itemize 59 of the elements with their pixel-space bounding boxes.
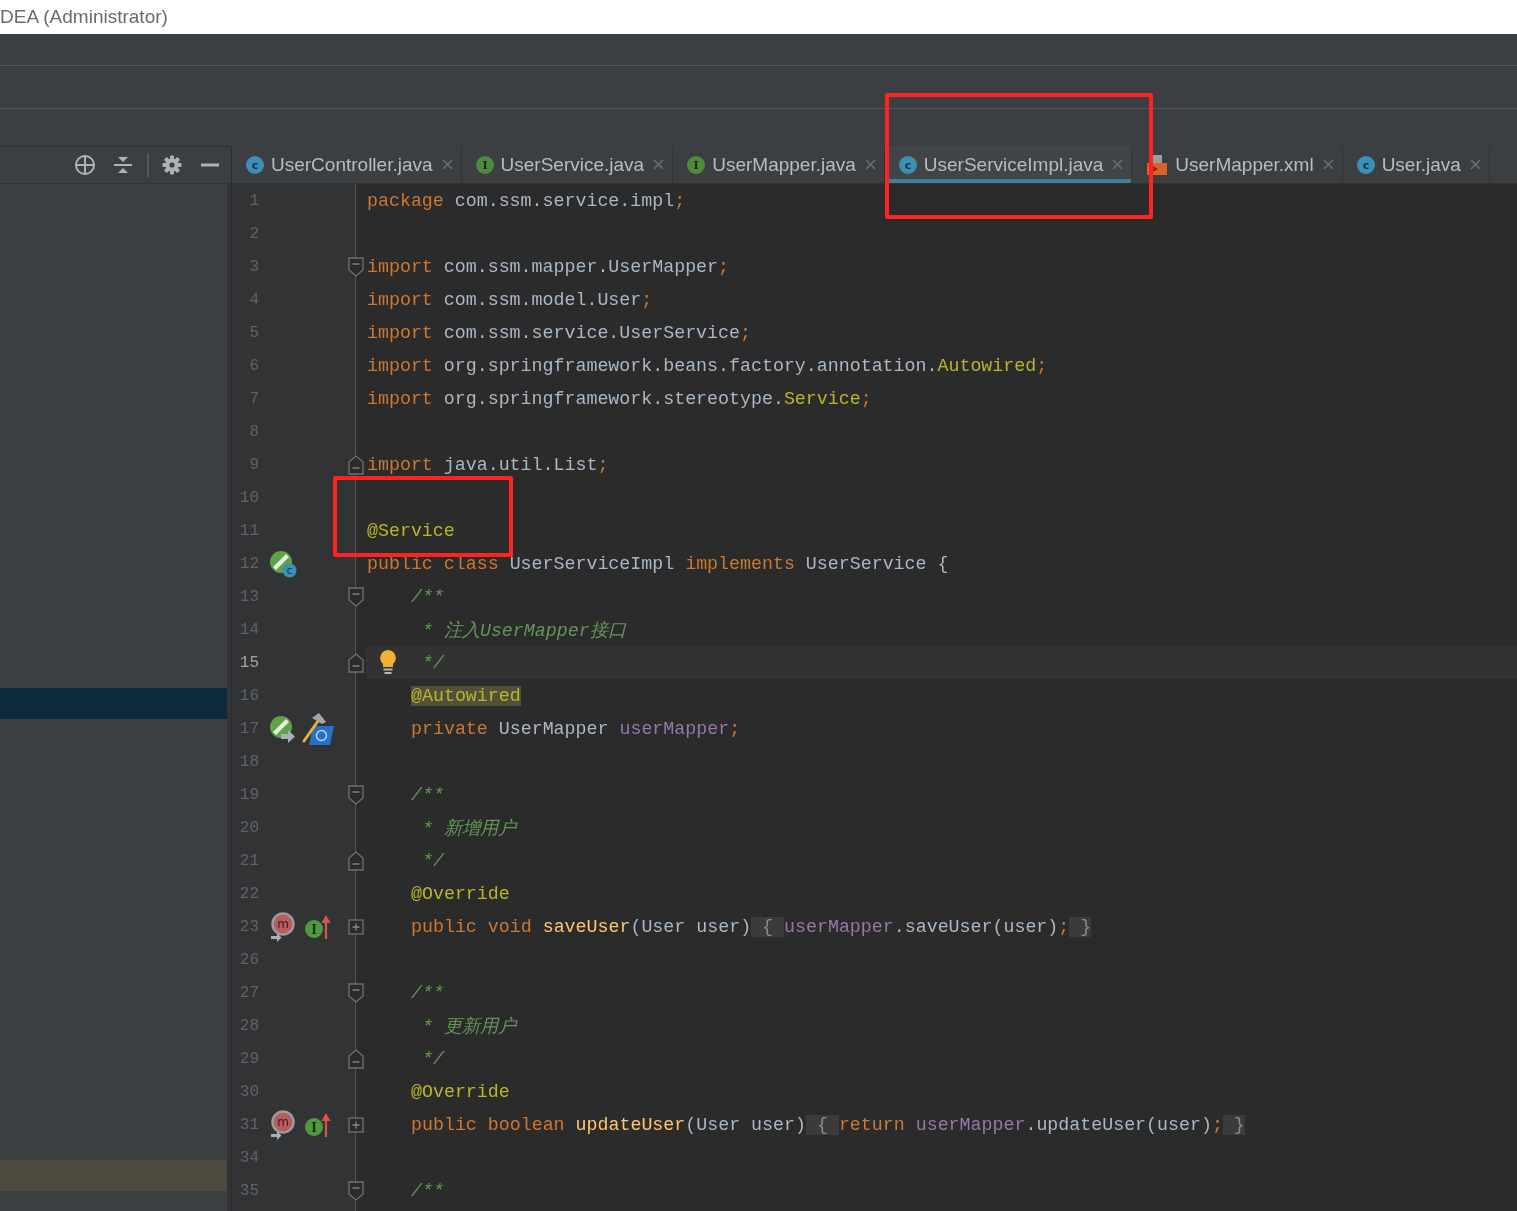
code-line: import com.ssm.service.UserService; (367, 322, 751, 343)
code-line: /** (411, 1180, 444, 1201)
close-icon[interactable] (1322, 159, 1334, 170)
settings-icon[interactable] (162, 155, 182, 175)
code-line: * 注入UserMapper接口 (420, 619, 626, 642)
fold-end-icon[interactable] (346, 1047, 366, 1070)
editor-tab[interactable]: I UserService.java (461, 146, 674, 183)
interface-file-icon: I (687, 155, 706, 174)
code-line: @Override (411, 1081, 510, 1102)
code-line: @Service (367, 520, 455, 541)
code-line: public void saveUser(User user) { userMapper.saveUser(user); } (411, 916, 1092, 937)
code-line: /** (411, 586, 444, 607)
leaf-arrow-icon[interactable] (269, 714, 297, 743)
class-file-icon: c (246, 155, 264, 174)
code-line: import java.util.List; (367, 454, 609, 475)
class-file-icon: c (898, 155, 917, 174)
lightbulb-icon[interactable] (378, 649, 398, 675)
close-icon[interactable] (1112, 159, 1124, 170)
code-line: package com.ssm.service.impl; (367, 190, 686, 211)
fold-start-icon[interactable] (346, 783, 366, 806)
window-title: DEA (Administrator) (0, 6, 168, 28)
fold-start-icon[interactable] (346, 981, 366, 1004)
code-line: * 更新用户 (420, 1015, 516, 1038)
fold-end-icon[interactable] (346, 453, 366, 476)
code-line: import com.ssm.model.User; (367, 289, 653, 310)
code-line: /** (411, 982, 444, 1003)
code-line: */ (420, 652, 444, 673)
fold-end-icon[interactable] (346, 849, 366, 872)
hammer-icon[interactable] (301, 711, 335, 746)
close-icon[interactable] (1469, 159, 1481, 170)
close-icon[interactable] (653, 159, 665, 170)
code-line: import com.ssm.mapper.UserMapper; (367, 256, 730, 277)
code-line: @Override (411, 883, 510, 904)
fold-end-icon[interactable] (346, 651, 366, 674)
xml-file-icon (1146, 153, 1169, 176)
fold-start-icon[interactable] (346, 255, 366, 278)
fold-start-icon[interactable] (346, 585, 366, 608)
code-line: */ (420, 1048, 444, 1069)
code-line: public boolean updateUser(User user) { return userMapper.updateUser(user); } (411, 1114, 1245, 1135)
collapse-icon[interactable] (113, 155, 133, 175)
line-number: 15 (238, 653, 260, 672)
close-icon[interactable] (441, 159, 453, 170)
close-icon[interactable] (864, 159, 876, 170)
code-line: * 新增用户 (420, 817, 516, 840)
minimize-icon[interactable] (201, 163, 219, 167)
code-line: public class UserServiceImpl implements UserService { (367, 553, 949, 574)
class-file-icon: c (1356, 155, 1375, 174)
code-line: import org.springframework.stereotype.Service; (367, 388, 872, 409)
code-line: */ (420, 850, 444, 871)
interface-file-icon: I (475, 155, 494, 174)
code-line: private UserMapper userMapper; (411, 718, 741, 739)
code-line: import org.springframework.beans.factory.annotation.Autowired; (367, 355, 1048, 376)
code-line: /** (411, 784, 444, 805)
editor-tab[interactable]: UserMapper.xml (1132, 146, 1343, 183)
fold-start-icon[interactable] (346, 1179, 366, 1202)
crosshair-icon[interactable] (74, 154, 96, 176)
editor-tab[interactable]: I UserMapper.java (673, 146, 885, 183)
editor-tab[interactable]: c User.java (1342, 146, 1490, 183)
editor-tab[interactable]: c UserController.java (232, 146, 462, 183)
